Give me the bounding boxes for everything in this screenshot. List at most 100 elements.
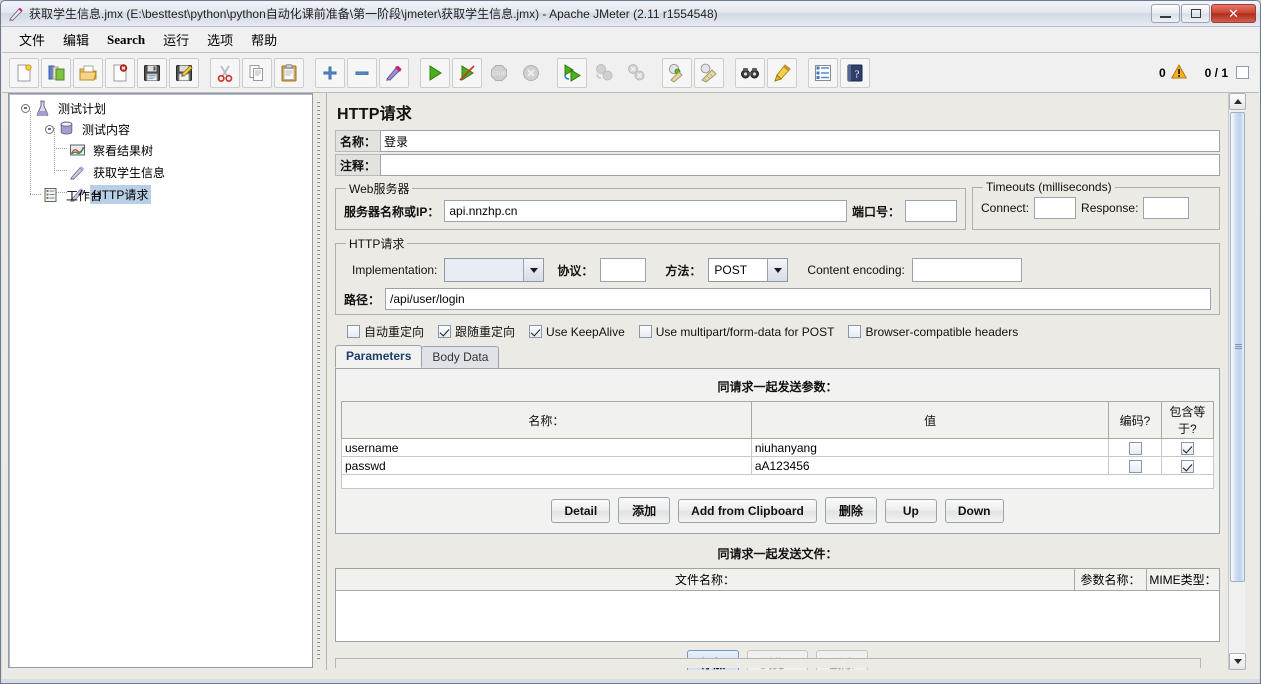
checkbox-use-keepalive[interactable]: Use KeepAlive (529, 325, 625, 339)
function-helper-icon[interactable] (808, 57, 838, 88)
protocol-input[interactable] (600, 258, 647, 282)
checkbox-box[interactable] (638, 325, 652, 338)
tree-node-get-student-info[interactable]: 获取学生信息 (69, 163, 168, 181)
save-icon[interactable] (137, 57, 167, 88)
status-checkbox[interactable] (1236, 66, 1249, 79)
close-button[interactable]: ✕ (1211, 4, 1256, 23)
checkbox-box[interactable] (848, 325, 862, 338)
add-from-clipboard-button[interactable]: Add from Clipboard (678, 498, 817, 523)
parameters-table[interactable]: 名称： 值 编码? 包含等于? username niuhanyang pass… (341, 401, 1215, 475)
name-input[interactable]: 登录 (380, 130, 1220, 152)
move-up-button[interactable]: Up (884, 498, 937, 523)
templates-icon[interactable] (41, 57, 71, 88)
checkbox-follow-redirect[interactable]: 跟随重定向 (438, 323, 515, 340)
move-down-button[interactable]: Down (944, 498, 1004, 523)
include-equals-checkbox[interactable] (1180, 459, 1194, 473)
add-param-button[interactable]: 添加 (618, 497, 671, 524)
menu-run[interactable]: 运行 (154, 27, 198, 52)
cell-encode[interactable] (1108, 438, 1162, 457)
cell-include-equals[interactable] (1160, 438, 1215, 457)
cell-value[interactable]: niuhanyang (750, 438, 1110, 457)
cell-name[interactable]: passwd (341, 456, 752, 475)
view-results-tree-icon (69, 142, 86, 158)
tab-parameters[interactable]: Parameters (335, 345, 423, 368)
files-empty-body[interactable] (336, 591, 1219, 641)
cell-encode[interactable] (1108, 456, 1162, 475)
checkbox-use-multipart[interactable]: Use multipart/form-data for POST (638, 325, 834, 339)
checkbox-label: Browser-compatible headers (865, 324, 1019, 339)
collapse-icon[interactable] (347, 57, 377, 88)
cell-value[interactable]: aA123456 (750, 456, 1110, 475)
delete-param-button[interactable]: 删除 (824, 497, 877, 524)
menu-edit[interactable]: 编辑 (54, 27, 98, 52)
toggle-icon[interactable] (379, 57, 409, 88)
start-icon[interactable] (420, 57, 450, 88)
checkbox-box[interactable] (438, 325, 452, 338)
scroll-down-button[interactable] (1229, 653, 1246, 670)
comment-input[interactable] (380, 154, 1220, 176)
checkbox-box[interactable] (529, 325, 543, 338)
menu-search[interactable]: Search (98, 29, 154, 51)
menu-help[interactable]: 帮助 (242, 27, 286, 52)
cell-include-equals[interactable] (1160, 456, 1215, 475)
encode-checkbox[interactable] (1128, 441, 1142, 455)
expand-icon[interactable] (315, 57, 345, 88)
reset-search-icon[interactable] (767, 57, 797, 88)
tab-body-data[interactable]: Body Data (421, 346, 500, 368)
paste-icon[interactable] (274, 57, 304, 88)
panel-splitter[interactable] (314, 93, 323, 670)
open-icon[interactable] (73, 57, 103, 88)
copy-icon[interactable] (242, 57, 272, 88)
cell-name[interactable]: username (341, 438, 752, 457)
scrollbar-thumb[interactable] (1230, 112, 1245, 582)
path-input[interactable]: /api/user/login (385, 288, 1211, 310)
http-request-legend: HTTP请求 (349, 237, 405, 251)
close-file-icon[interactable] (105, 57, 135, 88)
maximize-button[interactable] (1181, 4, 1210, 23)
tree-node-workbench[interactable]: 工作台 (42, 186, 105, 204)
menu-options[interactable]: 选项 (198, 27, 242, 52)
connect-input[interactable] (1034, 197, 1077, 219)
expand-handle-icon[interactable] (21, 104, 30, 113)
start-no-pause-icon[interactable] (452, 57, 482, 88)
checkbox-auto-redirect[interactable]: 自动重定向 (347, 323, 424, 340)
files-table[interactable]: 文件名称： 参数名称： MIME类型： (335, 568, 1220, 642)
method-select[interactable]: POST (708, 258, 789, 282)
tree-node-test-plan[interactable]: 测试计划 (21, 99, 109, 117)
table-empty-area[interactable] (341, 475, 1214, 489)
checkbox-box[interactable] (347, 325, 360, 338)
new-icon[interactable] (9, 57, 39, 88)
expand-handle-icon[interactable] (45, 125, 54, 134)
save-as-icon[interactable] (169, 57, 199, 88)
col-value: 值 (750, 401, 1110, 439)
checkbox-browser-compatible-headers[interactable]: Browser-compatible headers (848, 325, 1018, 339)
chevron-down-icon[interactable] (767, 259, 788, 281)
scroll-up-button[interactable] (1229, 93, 1246, 110)
cut-icon[interactable] (210, 57, 240, 88)
implementation-select[interactable] (444, 258, 545, 282)
include-equals-checkbox[interactable] (1180, 441, 1194, 455)
minimize-button[interactable] (1151, 4, 1180, 23)
remote-start-all-icon[interactable] (557, 57, 587, 88)
chevron-down-icon[interactable] (523, 259, 544, 281)
tree-node-view-results-tree[interactable]: 察看结果树 (69, 141, 156, 159)
main-vertical-scrollbar[interactable] (1228, 93, 1246, 670)
search-icon[interactable] (735, 57, 765, 88)
response-input[interactable] (1143, 197, 1190, 219)
menu-file[interactable]: 文件 (10, 27, 54, 52)
http-request-group: HTTP请求 Implementation: 协议： 方法： POST Cont… (335, 235, 1220, 315)
warning-icon[interactable] (1170, 63, 1187, 82)
clear-icon[interactable] (662, 57, 692, 88)
encode-checkbox[interactable] (1128, 459, 1142, 473)
clear-all-icon[interactable] (694, 57, 724, 88)
port-input[interactable] (905, 200, 957, 222)
help-icon[interactable]: ? (840, 57, 870, 88)
detail-button[interactable]: Detail (551, 498, 611, 523)
tree-node-thread-group[interactable]: 测试内容 (45, 120, 133, 138)
col-name: 名称： (341, 401, 752, 439)
table-row[interactable]: username niuhanyang (341, 438, 1215, 457)
content-encoding-input[interactable] (911, 258, 1022, 282)
table-row[interactable]: passwd aA123456 (341, 456, 1215, 475)
test-plan-tree[interactable]: 测试计划 测试内容 察看结果树 获取学生信息 HTTP请求 工作台 (8, 93, 313, 668)
server-input[interactable]: api.nnzhp.cn (444, 200, 847, 222)
